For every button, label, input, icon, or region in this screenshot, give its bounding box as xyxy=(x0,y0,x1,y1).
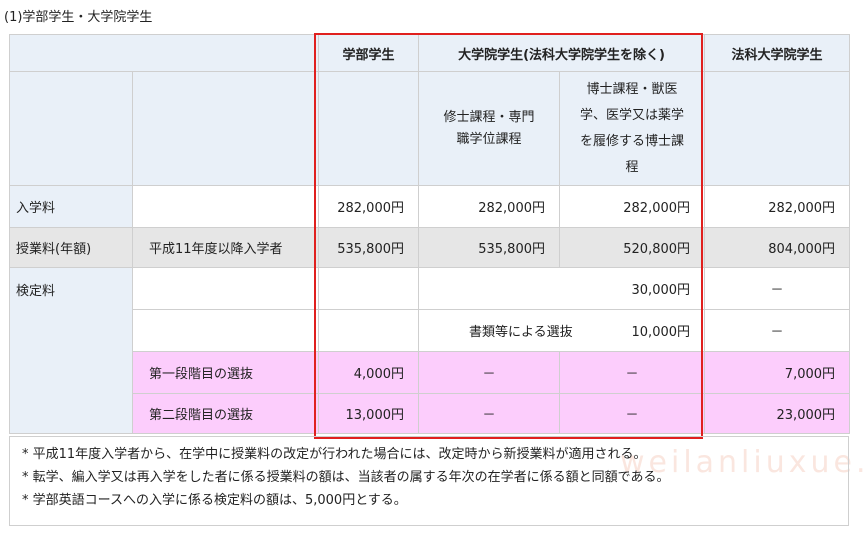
page-title: (1)学部学生・大学院学生 xyxy=(4,10,153,25)
tuition-doctor: 520,800円 xyxy=(558,227,706,268)
admission-doctor: 282,000円 xyxy=(558,185,706,228)
admission-master: 282,000円 xyxy=(418,185,560,228)
exam-docs-fee: 10,000円 xyxy=(631,325,691,340)
tuition-row: 授業料(年額) 平成11年度以降入学者 535,800円 535,800円 52… xyxy=(9,227,851,268)
exam-docs-row: 書類等による選抜 10,000円 － xyxy=(9,309,851,352)
subheader-empty-4 xyxy=(704,71,851,186)
exam-stage1-label: 第一段階目の選抜 xyxy=(132,351,319,394)
exam-docs-empty xyxy=(132,309,319,352)
header-master: 修士課程・専門職学位課程 xyxy=(418,71,560,186)
note-item: * 平成11年度入学者から、在学中に授業料の改定が行われた場合には、改定時から新… xyxy=(22,447,647,462)
exam-stage2-law: 23,000円 xyxy=(704,393,851,434)
exam-stage1-undergrad: 4,000円 xyxy=(318,351,419,394)
header-law: 法科大学院学生 xyxy=(704,34,851,72)
tuition-undergrad: 535,800円 xyxy=(318,227,419,268)
header-doctor: 博士課程・獣医学、医学又は薬学を履修する博士課程 xyxy=(558,71,706,186)
exam-general-row: 検定料 30,000円 － xyxy=(9,267,851,434)
tuition-law: 804,000円 xyxy=(704,227,851,268)
header-empty xyxy=(9,34,319,72)
note-item: * 転学、編入学又は再入学をした者に係る授業料の額は、当該者の属する年次の在学者… xyxy=(22,470,670,485)
exam-label: 検定料 xyxy=(9,267,133,434)
tuition-master: 535,800円 xyxy=(418,227,560,268)
tuition-label: 授業料(年額) xyxy=(9,227,133,268)
exam-docs-undergrad xyxy=(318,309,419,352)
header-grad: 大学院学生(法科大学院学生を除く) xyxy=(417,34,706,72)
subheader-empty-2 xyxy=(132,71,319,186)
exam-general-undergrad xyxy=(318,267,419,310)
admission-row: 入学料 282,000円 282,000円 282,000円 282,000円 xyxy=(9,185,851,228)
admission-empty xyxy=(132,185,319,228)
admission-undergrad: 282,000円 xyxy=(318,185,419,228)
subheader-row: 修士課程・専門職学位課程 博士課程・獣医学、医学又は薬学を履修する博士課程 xyxy=(9,71,851,186)
admission-label: 入学料 xyxy=(9,185,133,228)
header-row: 学部学生 大学院学生(法科大学院学生を除く) 法科大学院学生 xyxy=(9,34,851,72)
exam-stage2-label: 第二段階目の選抜 xyxy=(132,393,319,434)
admission-law: 282,000円 xyxy=(704,185,851,228)
subheader-empty-3 xyxy=(318,71,419,186)
exam-stage1-master: － xyxy=(418,351,560,394)
exam-stage2-row: 第二段階目の選抜 13,000円 － － 23,000円 xyxy=(9,393,851,434)
fee-table: 学部学生 大学院学生(法科大学院学生を除く) 法科大学院学生 修士課程・専門職学… xyxy=(9,34,851,434)
header-undergrad: 学部学生 xyxy=(318,34,419,72)
exam-general-law: － xyxy=(704,267,851,310)
note-item: * 学部英語コースへの入学に係る検定料の額は、5,000円とする。 xyxy=(22,493,407,508)
tuition-sub: 平成11年度以降入学者 xyxy=(132,227,319,268)
exam-general-empty xyxy=(132,267,319,310)
exam-docs-label: 書類等による選抜 xyxy=(469,325,573,340)
exam-stage2-master: － xyxy=(418,393,560,434)
exam-stage1-doctor: － xyxy=(558,351,706,394)
exam-stage2-doctor: － xyxy=(558,393,706,434)
exam-stage1-row: 第一段階目の選抜 4,000円 － － 7,000円 xyxy=(9,351,851,394)
exam-general-grad: 30,000円 xyxy=(417,267,706,310)
exam-docs-law: － xyxy=(704,309,851,352)
subheader-empty-1 xyxy=(9,71,133,186)
exam-docs-grad: 書類等による選抜 10,000円 xyxy=(417,309,706,352)
notes-box: * 平成11年度入学者から、在学中に授業料の改定が行われた場合には、改定時から新… xyxy=(9,436,849,526)
exam-stage1-law: 7,000円 xyxy=(704,351,851,394)
exam-stage2-undergrad: 13,000円 xyxy=(318,393,419,434)
